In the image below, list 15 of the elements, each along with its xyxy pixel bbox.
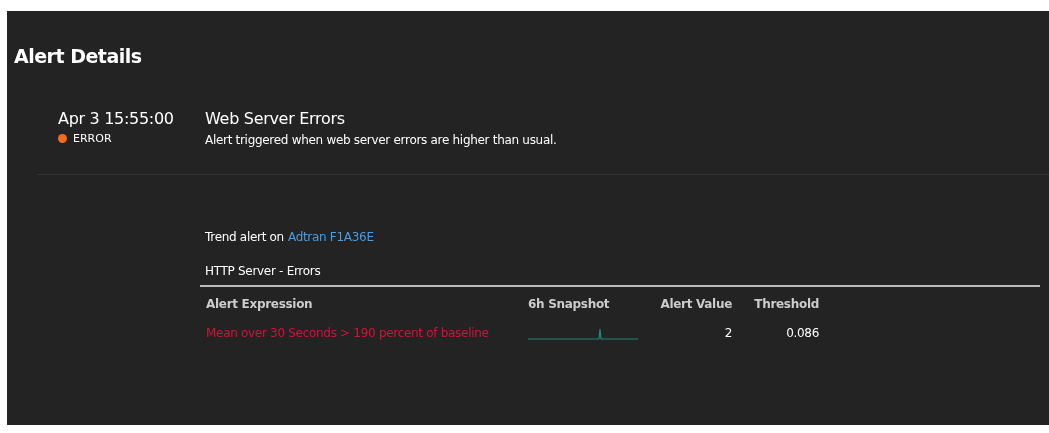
severity-label: ERROR — [73, 132, 112, 145]
trend-label: Trend alert on — [205, 230, 284, 244]
device-link[interactable]: Adtran F1A36E — [287, 230, 374, 244]
table-title: HTTP Server - Errors — [205, 264, 322, 278]
alert-time: Apr 3 15:55:00 — [58, 109, 175, 128]
alert-expression: Mean over 30 Seconds > 190 percent of baseline — [206, 326, 489, 340]
column-header: Threshold — [753, 296, 819, 311]
column-header: Alert Expression — [206, 296, 314, 311]
page-title: Alert Details — [14, 45, 143, 67]
table-cell-text: 0.086 — [785, 325, 819, 340]
alert-name: Web Server Errors — [205, 109, 346, 128]
alert-description: Alert triggered when web server errors are higher than usual. — [205, 133, 557, 147]
column-header: Alert Value — [659, 296, 732, 311]
column-header: 6h Snapshot — [528, 296, 611, 311]
table-cell-text: 2 — [723, 325, 732, 340]
